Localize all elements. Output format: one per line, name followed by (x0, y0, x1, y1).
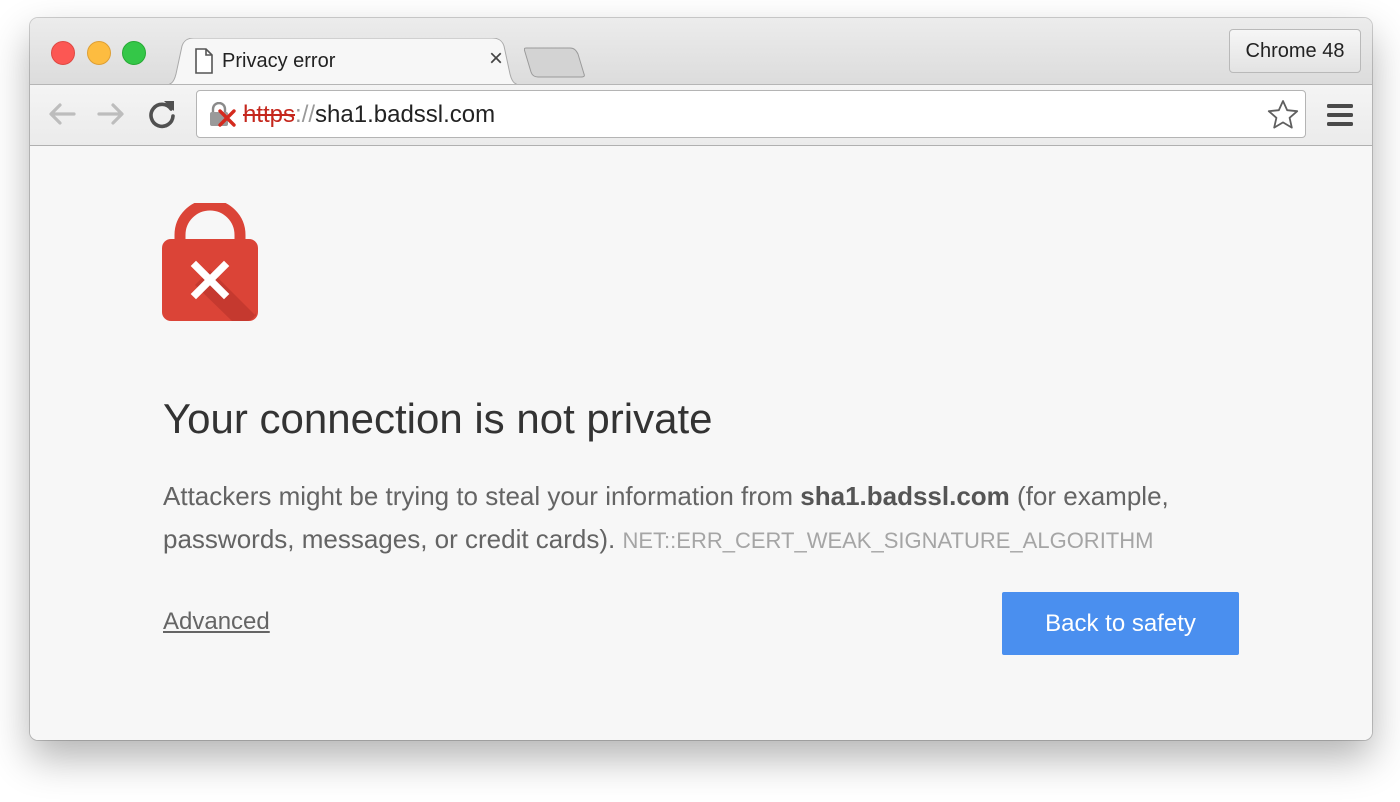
warning-message: Attackers might be trying to steal your … (163, 475, 1253, 562)
url-text[interactable]: https://sha1.badssl.com (243, 100, 495, 130)
back-to-safety-button[interactable]: Back to safety (1002, 592, 1239, 655)
url-scheme: https (243, 101, 296, 128)
lock-error-icon (162, 203, 258, 321)
hamburger-menu-icon[interactable] (1324, 100, 1356, 130)
tab-close-icon[interactable]: × (482, 45, 510, 73)
window-maximize-button[interactable] (122, 41, 146, 65)
browser-window: Privacy error × Chrome 48 https://sha1.b… (30, 18, 1372, 740)
tab-title: Privacy error (222, 50, 336, 72)
window-close-button[interactable] (51, 41, 75, 65)
url-host: sha1.badssl.com (315, 101, 496, 128)
window-minimize-button[interactable] (87, 41, 111, 65)
error-code: NET::ERR_CERT_WEAK_SIGNATURE_ALGORITHM (622, 528, 1154, 553)
advanced-link[interactable]: Advanced (163, 607, 270, 637)
star-icon[interactable] (1266, 98, 1300, 132)
new-tab-icon[interactable] (524, 46, 586, 78)
lock-broken-icon[interactable] (208, 102, 238, 128)
page-title: Your connection is not private (163, 395, 713, 442)
message-host: sha1.badssl.com (800, 481, 1010, 511)
forward-arrow-icon[interactable] (93, 96, 129, 132)
profile-button[interactable]: Chrome 48 (1229, 29, 1361, 73)
message-text-before: Attackers might be trying to steal your … (163, 481, 801, 511)
document-icon (195, 48, 213, 74)
reload-icon[interactable] (144, 96, 180, 132)
url-separator: :// (295, 101, 316, 128)
back-arrow-icon[interactable] (44, 96, 80, 132)
